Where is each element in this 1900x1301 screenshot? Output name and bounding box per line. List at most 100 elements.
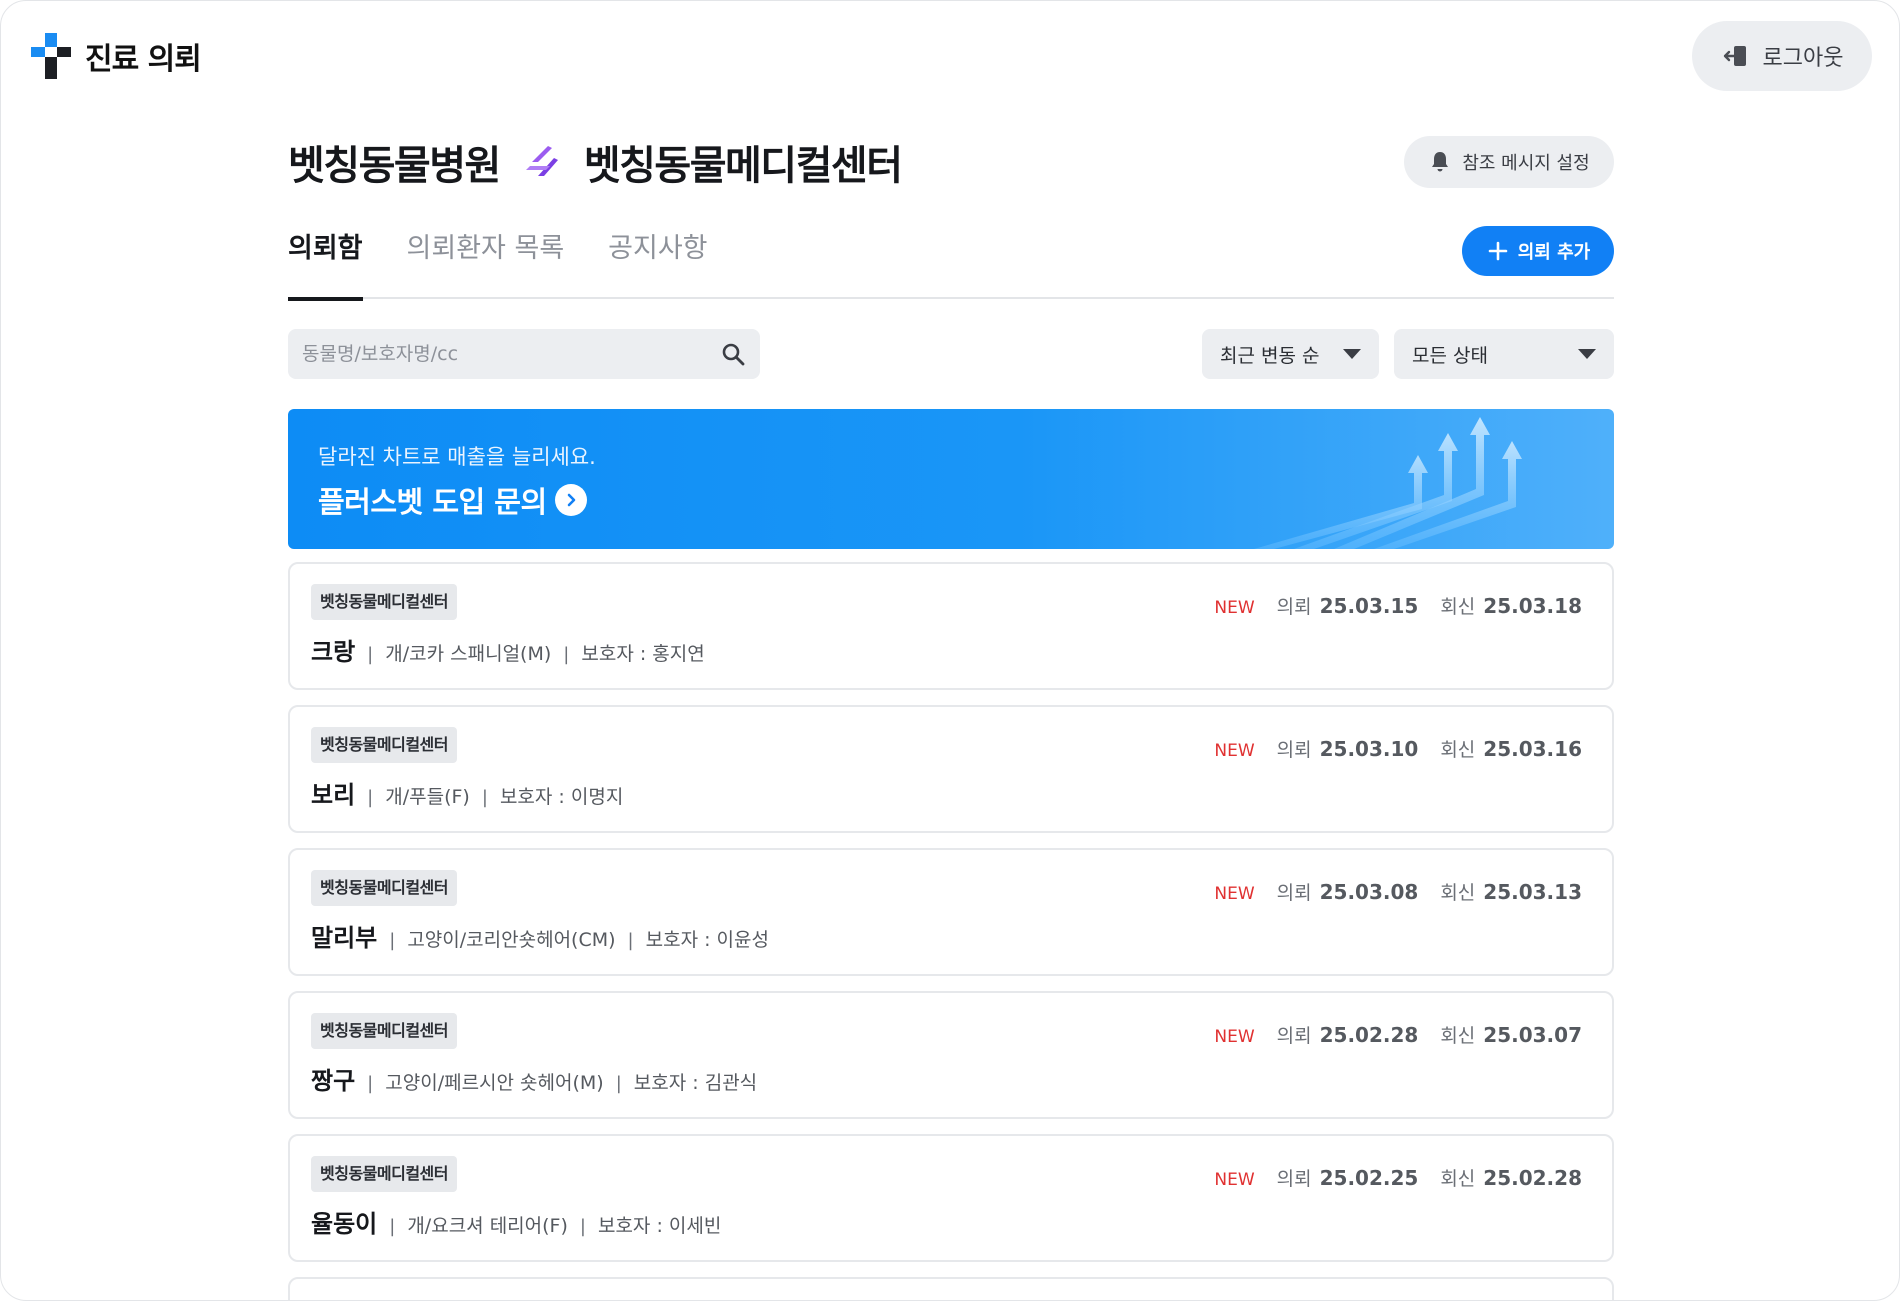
patient-species: 고양이/코리안숏헤어(CM) <box>407 929 616 951</box>
patient-line: 보리 | 개/푸들(F) | 보호자 : 이명지 <box>311 775 623 810</box>
referral-transfer-icon <box>525 146 558 176</box>
separator: | <box>563 644 570 665</box>
request-date: 25.03.15 <box>1319 594 1419 618</box>
patient-name: 말리부 <box>311 924 378 952</box>
search-box <box>288 329 760 379</box>
patient-species: 개/요크셔 테리어(F) <box>407 1215 568 1237</box>
patient-line: 크랑 | 개/코카 스패니얼(M) | 보호자 : 홍지연 <box>311 632 705 667</box>
patient-species: 개/푸들(F) <box>385 786 470 808</box>
separator: | <box>481 787 488 808</box>
app-logo[interactable]: 진료 의뢰 <box>31 33 202 79</box>
add-referral-label: 의뢰 추가 <box>1517 242 1591 263</box>
separator: | <box>615 1073 622 1094</box>
referral-card[interactable]: 벳칭동물메디컬센터 보리 | 개/푸들(F) | 보호자 : 이명지 NEW 의… <box>288 705 1614 833</box>
banner-cta[interactable]: 플러스벳 도입 문의 <box>318 479 587 521</box>
reply-label: 회신 <box>1440 739 1476 761</box>
reply-label: 회신 <box>1440 1168 1476 1190</box>
hospital-from: 벳칭동물병원 <box>288 143 501 189</box>
referral-dates: NEW 의뢰 25.02.25 회신 25.02.28 <box>1214 1164 1582 1191</box>
referral-card[interactable]: 벳칭동물메디컬센터 크랑 | 개/코카 스패니얼(M) | 보호자 : 홍지연 … <box>288 562 1614 690</box>
request-date: 25.03.08 <box>1319 880 1419 904</box>
chevron-right-icon <box>554 484 587 516</box>
new-badge: NEW <box>1214 598 1255 618</box>
status-select-value: 모든 상태 <box>1412 344 1488 367</box>
reply-date: 25.03.07 <box>1483 1023 1582 1047</box>
add-referral-button[interactable]: 의뢰 추가 <box>1462 226 1614 276</box>
chevron-down-icon <box>1343 349 1361 359</box>
logo-text: 진료 의뢰 <box>85 42 202 77</box>
request-label: 의뢰 <box>1276 739 1312 761</box>
referral-dates: NEW 의뢰 25.03.08 회신 25.03.13 <box>1214 878 1582 905</box>
new-badge: NEW <box>1214 741 1255 761</box>
sort-select-value: 최근 변동 순 <box>1220 344 1320 367</box>
destination-badge: 벳칭동물메디컬센터 <box>311 870 457 906</box>
separator: | <box>389 1216 396 1237</box>
reply-label: 회신 <box>1440 1025 1476 1047</box>
new-badge: NEW <box>1214 1027 1255 1047</box>
referral-card[interactable]: 벳칭동물메디컬센터 율동이 | 개/요크셔 테리어(F) | 보호자 : 이세빈… <box>288 1134 1614 1262</box>
page-title: 벳칭동물병원 벳칭동물메디컬센터 <box>288 133 903 191</box>
tab-referral-patients[interactable]: 의뢰환자 목록 <box>407 229 565 299</box>
separator: | <box>367 644 374 665</box>
separator: | <box>367 1073 374 1094</box>
referral-dates: NEW 의뢰 25.03.10 회신 25.03.16 <box>1214 735 1582 762</box>
search-icon[interactable] <box>720 341 746 367</box>
medical-cross-logo-icon <box>31 33 71 79</box>
separator: | <box>389 930 396 951</box>
referral-card[interactable]: 벳칭동물메디컬센터 짱구 | 고양이/페르시안 숏헤어(M) | 보호자 : 김… <box>288 991 1614 1119</box>
app-window: 진료 의뢰 로그아웃 벳칭동물병원 벳칭동물메디컬센터 참조 메시지 설정 의뢰… <box>0 0 1900 1301</box>
patient-species: 고양이/페르시안 숏헤어(M) <box>385 1072 604 1094</box>
patient-guardian: 보호자 : 이명지 <box>499 786 624 808</box>
reply-date: 25.03.16 <box>1483 737 1582 761</box>
logout-icon <box>1723 46 1746 66</box>
destination-badge: 벳칭동물메디컬센터 <box>311 584 457 620</box>
patient-guardian: 보호자 : 김관식 <box>633 1072 758 1094</box>
logout-button[interactable]: 로그아웃 <box>1692 21 1872 91</box>
patient-line: 짱구 | 고양이/페르시안 숏헤어(M) | 보호자 : 김관식 <box>311 1061 757 1096</box>
bell-icon <box>1432 152 1449 172</box>
promo-banner[interactable]: 달라진 차트로 매출을 늘리세요. 플러스벳 도입 문의 <box>288 409 1614 549</box>
patient-line: 말리부 | 고양이/코리안숏헤어(CM) | 보호자 : 이윤성 <box>311 918 769 953</box>
patient-name: 짱구 <box>311 1067 356 1095</box>
destination-badge: 벳칭동물메디컬센터 <box>311 1156 457 1192</box>
request-date: 25.02.25 <box>1319 1166 1419 1190</box>
growth-arrows-illustration <box>1254 417 1522 549</box>
reply-label: 회신 <box>1440 596 1476 618</box>
separator: | <box>367 787 374 808</box>
referral-dates: NEW 의뢰 25.02.28 회신 25.03.07 <box>1214 1021 1582 1048</box>
reference-message-settings-button[interactable]: 참조 메시지 설정 <box>1404 136 1614 188</box>
patient-line: 율동이 | 개/요크셔 테리어(F) | 보호자 : 이세빈 <box>311 1204 721 1239</box>
tab-bar: 의뢰함 의뢰환자 목록 공지사항 <box>288 229 1614 301</box>
patient-species: 개/코카 스패니얼(M) <box>385 643 552 665</box>
new-badge: NEW <box>1214 1170 1255 1190</box>
patient-guardian: 보호자 : 이세빈 <box>597 1215 722 1237</box>
hospital-to: 벳칭동물메디컬센터 <box>583 143 903 189</box>
patient-guardian: 보호자 : 이윤성 <box>645 929 769 951</box>
referral-card-partial[interactable] <box>288 1277 1614 1300</box>
reference-message-label: 참조 메시지 설정 <box>1462 153 1590 174</box>
separator: | <box>627 930 634 951</box>
request-label: 의뢰 <box>1276 1025 1312 1047</box>
status-select[interactable]: 모든 상태 <box>1394 329 1614 379</box>
tab-inbox[interactable]: 의뢰함 <box>288 229 363 301</box>
reply-label: 회신 <box>1440 882 1476 904</box>
referral-dates: NEW 의뢰 25.03.15 회신 25.03.18 <box>1214 592 1582 619</box>
destination-badge: 벳칭동물메디컬센터 <box>311 727 457 763</box>
reply-date: 25.03.13 <box>1483 880 1582 904</box>
separator: | <box>579 1216 586 1237</box>
banner-cta-label: 플러스벳 도입 문의 <box>318 485 547 519</box>
reply-date: 25.03.18 <box>1483 594 1582 618</box>
patient-name: 크랑 <box>311 638 356 666</box>
search-input[interactable] <box>302 343 720 365</box>
reply-date: 25.02.28 <box>1483 1166 1582 1190</box>
referral-card[interactable]: 벳칭동물메디컬센터 말리부 | 고양이/코리안숏헤어(CM) | 보호자 : 이… <box>288 848 1614 976</box>
request-label: 의뢰 <box>1276 882 1312 904</box>
plus-icon <box>1488 241 1508 261</box>
request-label: 의뢰 <box>1276 596 1312 618</box>
tab-notices[interactable]: 공지사항 <box>608 229 707 299</box>
request-label: 의뢰 <box>1276 1168 1312 1190</box>
new-badge: NEW <box>1214 884 1255 904</box>
patient-name: 율동이 <box>311 1210 378 1238</box>
banner-subtitle: 달라진 차트로 매출을 늘리세요. <box>318 445 596 469</box>
sort-select[interactable]: 최근 변동 순 <box>1202 329 1379 379</box>
